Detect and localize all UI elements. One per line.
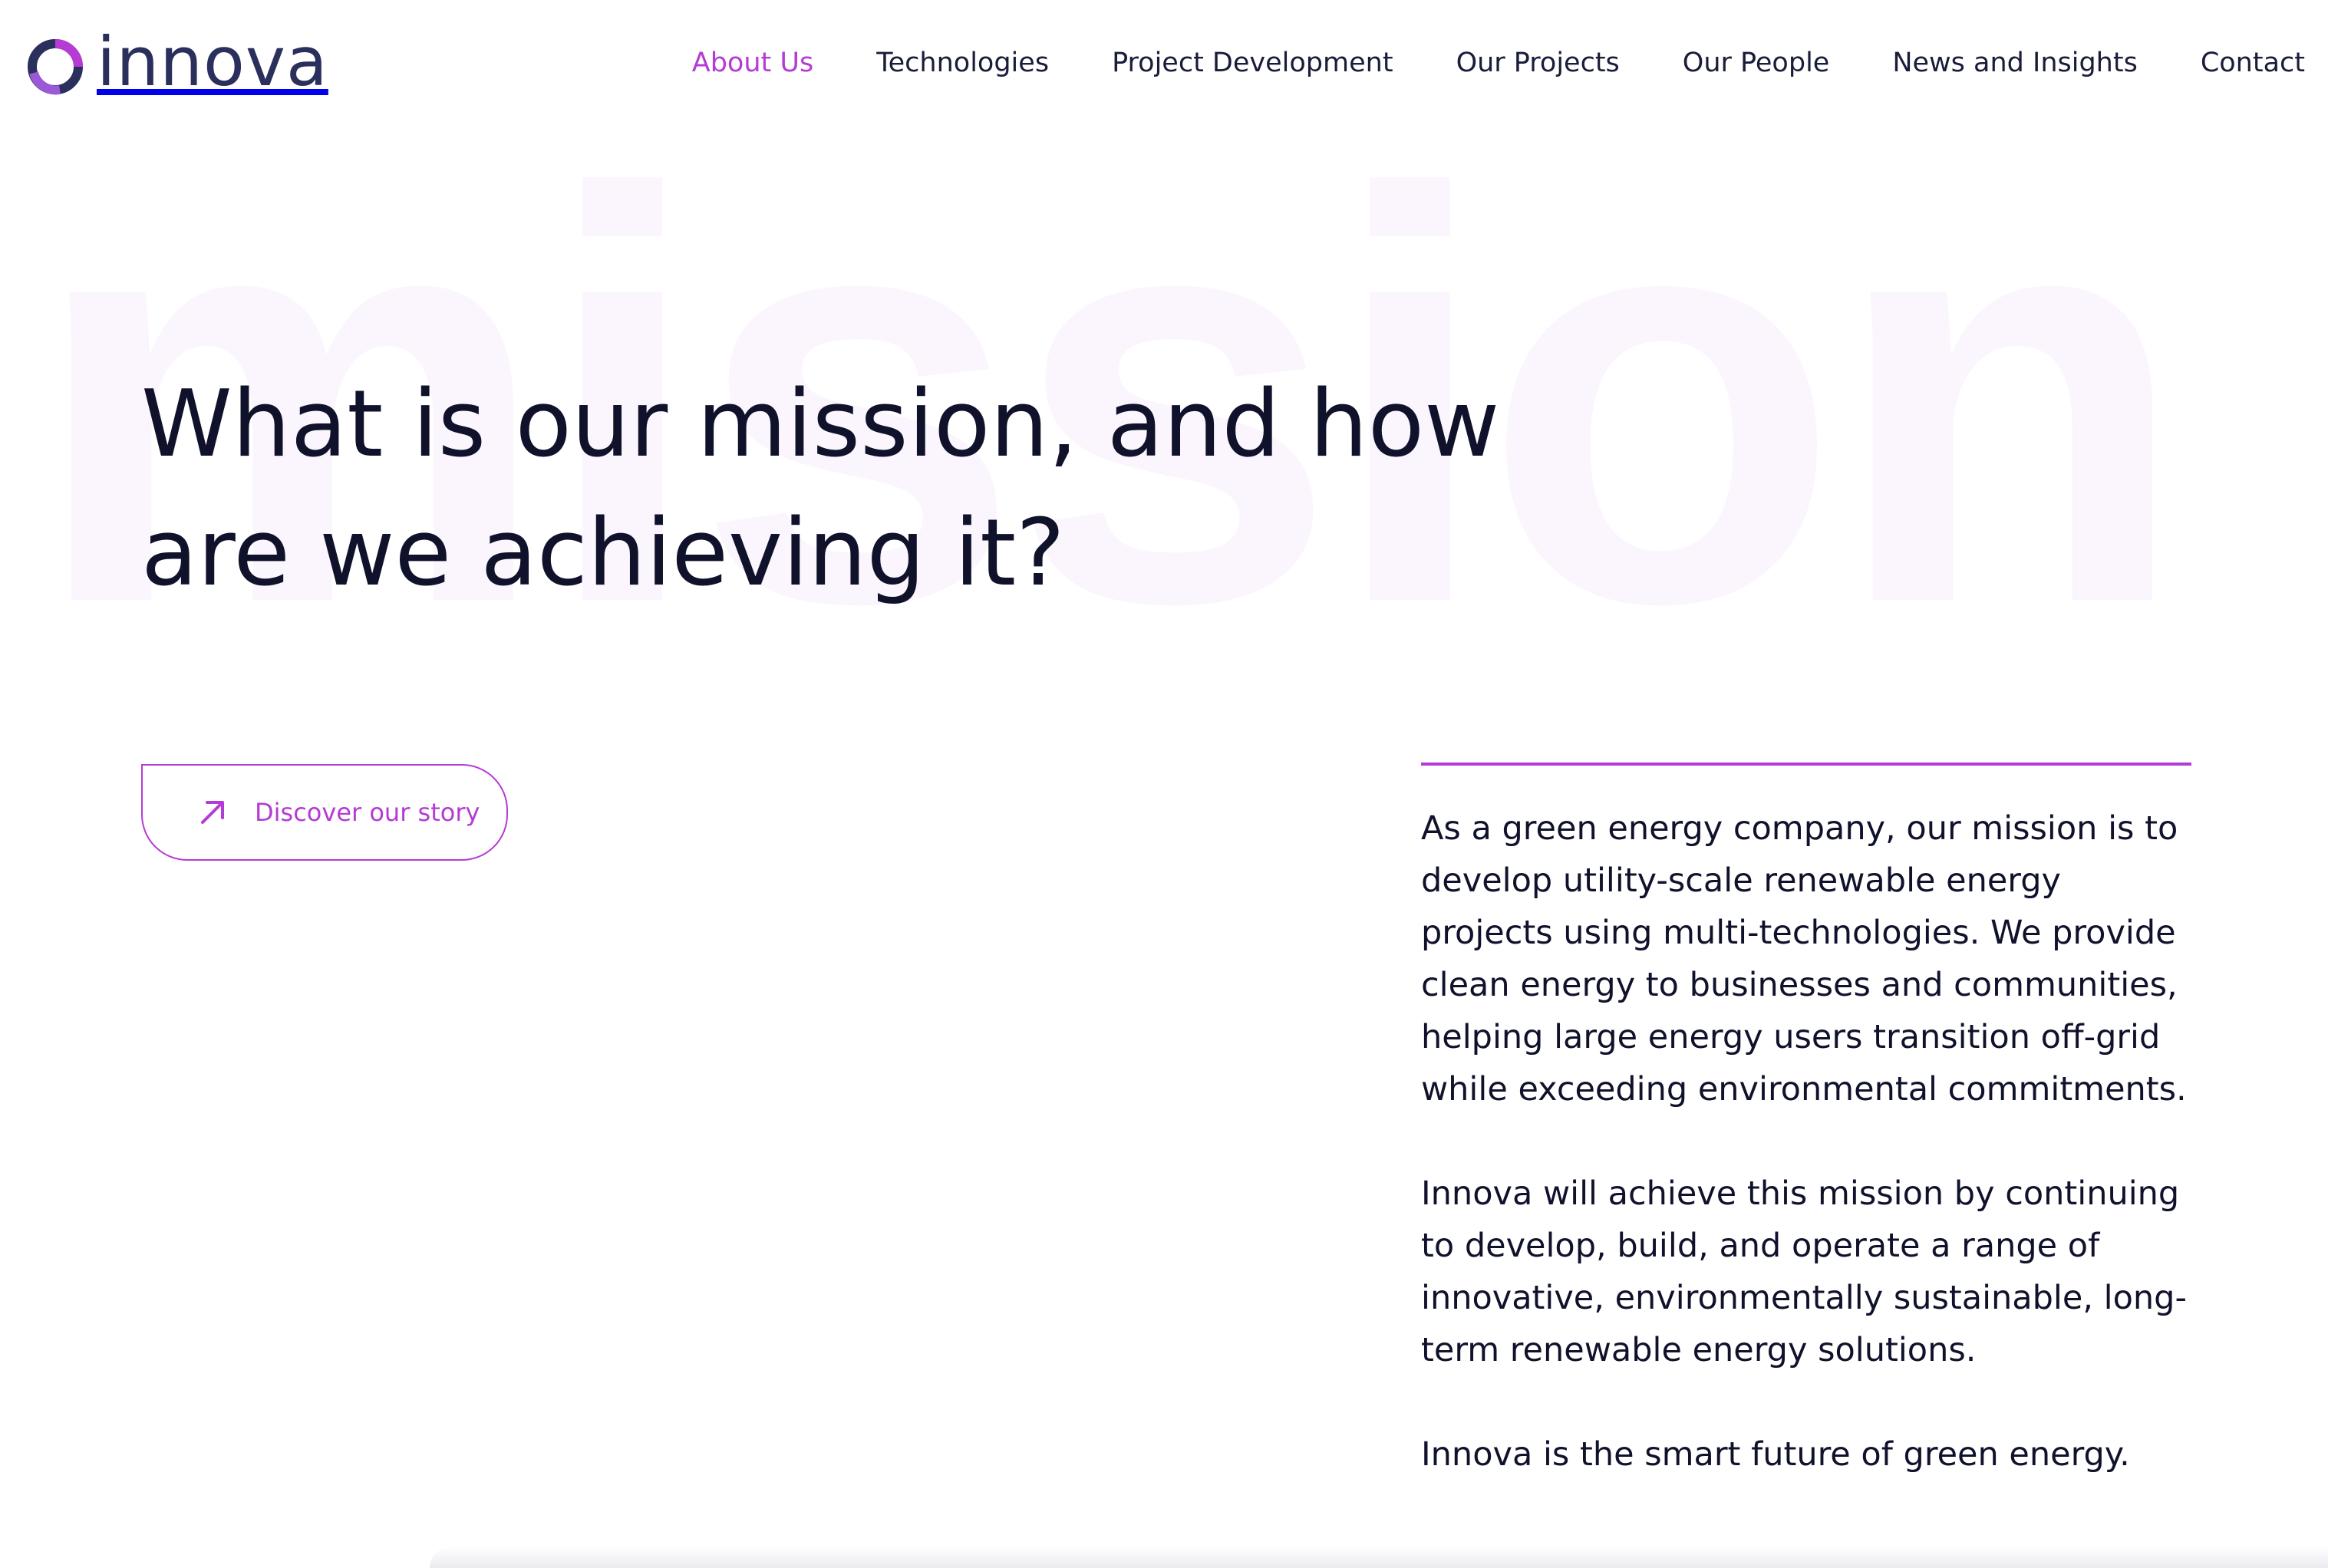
- mission-paragraph: As a green energy company, our mission i…: [1421, 809, 2187, 1108]
- arrow-up-right-icon: [201, 801, 224, 824]
- mission-copy: As a green energy company, our mission i…: [1421, 802, 2196, 1533]
- mission-paragraph: Innova will achieve this mission by cont…: [1421, 1174, 2187, 1369]
- mission-paragraph: Innova is the smart future of green ener…: [1421, 1435, 2130, 1474]
- page: innova About Us Technologies Project Dev…: [0, 0, 2328, 1568]
- bottom-panel-edge: [430, 1547, 2328, 1568]
- divider-line: [1421, 763, 2191, 766]
- cta-label: Discover our story: [255, 798, 480, 827]
- nav-item-contact[interactable]: Contact: [2201, 48, 2305, 78]
- page-heading: What is our mission, and how are we achi…: [141, 371, 1500, 607]
- discover-our-story-button[interactable]: Discover our story: [141, 764, 508, 861]
